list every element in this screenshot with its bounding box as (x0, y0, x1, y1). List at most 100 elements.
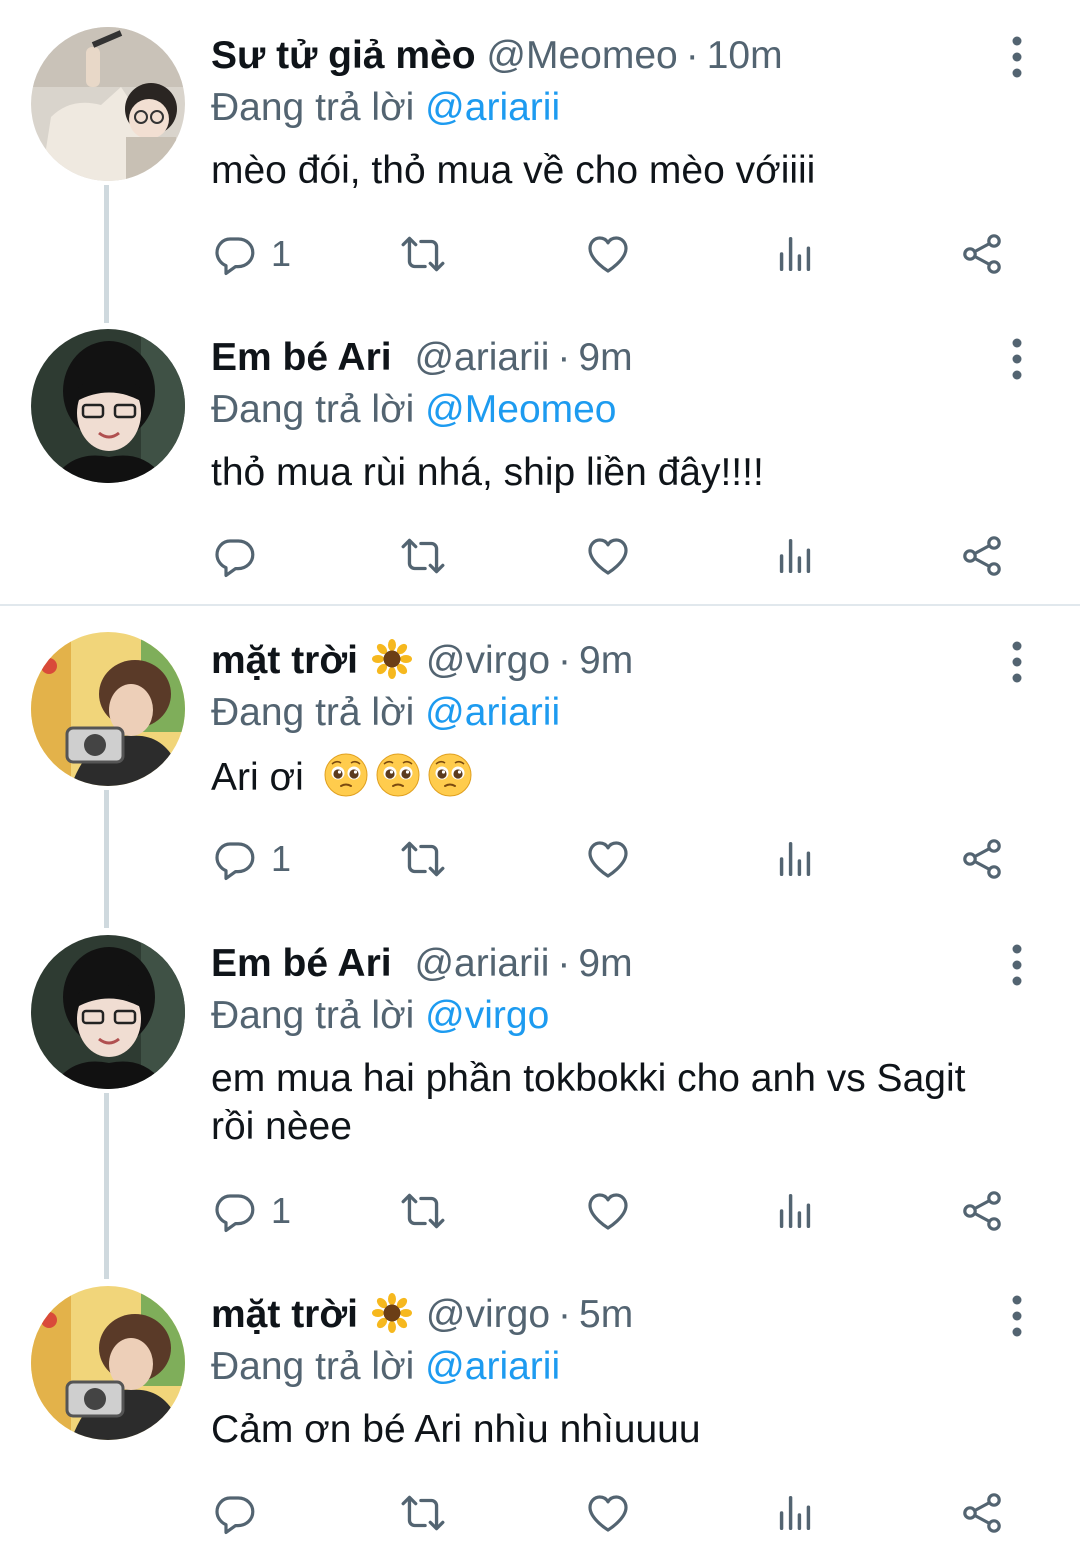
retweet-button[interactable] (398, 1181, 448, 1241)
heart-icon (584, 532, 632, 580)
replying-to: Đang trả lời @virgo (211, 991, 549, 1041)
share-button[interactable] (958, 829, 1006, 889)
action-bar: 1 (0, 224, 1080, 284)
more-options-icon[interactable] (1000, 35, 1034, 79)
timestamp[interactable]: 9m (578, 942, 632, 985)
avatar[interactable] (31, 632, 185, 786)
display-name[interactable]: Em bé Ari (211, 942, 392, 985)
stats-icon (772, 1490, 818, 1536)
like-button[interactable] (584, 1483, 632, 1543)
tweet[interactable]: Em bé Ari @ariarii · 9m Đang trả lời @Meom… (0, 329, 1080, 599)
replying-to: Đang trả lời @ariarii (211, 83, 560, 133)
reply-icon (211, 835, 259, 883)
retweet-button[interactable] (398, 829, 448, 889)
more-options-icon[interactable] (1000, 943, 1034, 987)
retweet-icon (398, 834, 448, 884)
conversation-divider (0, 604, 1080, 606)
user-handle[interactable]: @virgo (426, 1293, 550, 1336)
sunflower-icon (372, 639, 412, 679)
display-name[interactable]: mặt trời (211, 639, 358, 682)
tweet-text: mèo đói, thỏ mua về cho mèo vớiiii (211, 149, 816, 192)
heart-icon (584, 1489, 632, 1537)
timestamp[interactable]: 10m (707, 34, 783, 77)
reply-button[interactable]: 1 (211, 829, 291, 889)
avatar[interactable] (31, 1286, 185, 1440)
share-icon (958, 1187, 1006, 1235)
stats-icon (772, 533, 818, 579)
action-bar (0, 526, 1080, 586)
tweet-header: Sư tử giả mèo @Meomeo · 10m (211, 31, 783, 81)
pleading-face-icon (375, 752, 421, 798)
timestamp[interactable]: 5m (579, 1293, 633, 1336)
like-button[interactable] (584, 526, 632, 586)
tweet[interactable]: Em bé Ari @ariarii · 9m Đang trả lời @virg… (0, 935, 1080, 1265)
share-button[interactable] (958, 1181, 1006, 1241)
action-bar: 1 (0, 1181, 1080, 1241)
views-button[interactable] (772, 829, 818, 889)
tweet[interactable]: mặt trời @virgo · 5m Đang trả lời @ariarii … (0, 1286, 1080, 1559)
views-button[interactable] (772, 1181, 818, 1241)
timestamp[interactable]: 9m (578, 336, 632, 379)
like-button[interactable] (584, 224, 632, 284)
avatar[interactable] (31, 27, 185, 181)
views-button[interactable] (772, 1483, 818, 1543)
user-handle[interactable]: @Meomeo (486, 34, 677, 77)
views-button[interactable] (772, 526, 818, 586)
retweet-icon (398, 1186, 448, 1236)
avatar[interactable] (31, 329, 185, 483)
reply-count: 1 (271, 1190, 292, 1231)
retweet-icon (398, 531, 448, 581)
reply-button[interactable] (211, 1483, 259, 1543)
share-button[interactable] (958, 1483, 1006, 1543)
share-icon (958, 230, 1006, 278)
reply-count: 1 (271, 838, 292, 879)
tweet-text: em mua hai phần tokbokki cho anh vs Sagi… (211, 1057, 966, 1148)
mention-link[interactable]: @virgo (425, 994, 549, 1037)
action-bar (0, 1483, 1080, 1543)
user-handle[interactable]: @ariarii (414, 942, 549, 985)
like-button[interactable] (584, 829, 632, 889)
reply-button[interactable]: 1 (211, 224, 291, 284)
user-handle[interactable]: @ariarii (414, 336, 549, 379)
separator-dot: · (558, 1293, 572, 1336)
sunflower-icon (372, 1293, 412, 1333)
display-name[interactable]: mặt trời (211, 1293, 358, 1336)
retweet-button[interactable] (398, 1483, 448, 1543)
user-handle[interactable]: @virgo (426, 639, 550, 682)
separator-dot: · (558, 639, 572, 682)
like-button[interactable] (584, 1181, 632, 1241)
tweet[interactable]: mặt trời @virgo · 9m Đang trả lời @ariarii … (0, 632, 1080, 912)
display-name[interactable]: Em bé Ari (211, 336, 392, 379)
heart-icon (584, 230, 632, 278)
tweet-text: Ari ơi (211, 756, 304, 799)
tweet[interactable]: Sư tử giả mèo @Meomeo · 10m Đang trả lời @… (0, 27, 1080, 307)
tweet-header: mặt trời @virgo · 5m (211, 1290, 633, 1340)
replying-to-label: Đang trả lời (211, 994, 415, 1037)
avatar[interactable] (31, 935, 185, 1089)
mention-link[interactable]: @ariarii (425, 1345, 560, 1388)
views-button[interactable] (772, 224, 818, 284)
mention-link[interactable]: @ariarii (425, 86, 560, 129)
more-options-icon[interactable] (1000, 1294, 1034, 1338)
stats-icon (772, 1188, 818, 1234)
share-button[interactable] (958, 526, 1006, 586)
timestamp[interactable]: 9m (579, 639, 633, 682)
reply-button[interactable] (211, 526, 259, 586)
retweet-button[interactable] (398, 526, 448, 586)
reply-icon (211, 1187, 259, 1235)
more-options-icon[interactable] (1000, 337, 1034, 381)
mention-link[interactable]: @Meomeo (425, 388, 616, 431)
heart-icon (584, 835, 632, 883)
retweet-icon (398, 1488, 448, 1538)
mention-link[interactable]: @ariarii (425, 691, 560, 734)
retweet-button[interactable] (398, 224, 448, 284)
heart-icon (584, 1187, 632, 1235)
retweet-icon (398, 229, 448, 279)
share-button[interactable] (958, 224, 1006, 284)
stats-icon (772, 231, 818, 277)
display-name[interactable]: Sư tử giả mèo (211, 34, 476, 77)
action-bar: 1 (0, 829, 1080, 889)
reply-button[interactable]: 1 (211, 1181, 291, 1241)
more-options-icon[interactable] (1000, 640, 1034, 684)
stats-icon (772, 836, 818, 882)
